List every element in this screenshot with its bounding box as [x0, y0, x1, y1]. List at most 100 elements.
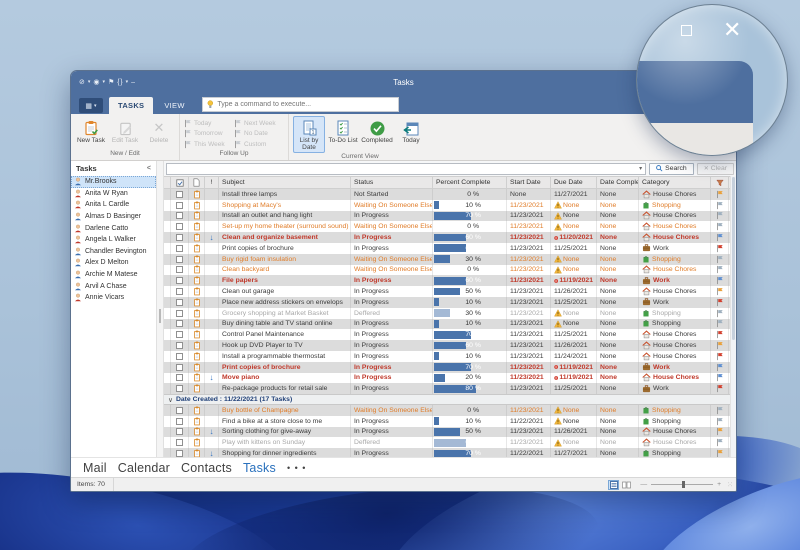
- column-header[interactable]: !: [205, 177, 219, 188]
- sidebar-person-anita-w-ryan[interactable]: Anita W Ryan: [71, 188, 156, 200]
- task-checkbox[interactable]: [176, 191, 183, 198]
- task-flag[interactable]: [711, 373, 729, 384]
- task-row[interactable]: Re-package products for retail saleIn Pr…: [164, 383, 736, 394]
- task-flag[interactable]: [711, 383, 729, 394]
- task-row[interactable]: Shopping at Macy'sWaiting On Someone Els…: [164, 200, 736, 211]
- task-flag[interactable]: [711, 286, 729, 297]
- task-flag[interactable]: [711, 189, 729, 200]
- task-checkbox[interactable]: [176, 407, 183, 414]
- nav-calendar[interactable]: Calendar: [118, 461, 170, 475]
- file-menu-button[interactable]: ▦▾: [79, 98, 103, 113]
- task-row[interactable]: Buy dining table and TV stand onlineIn P…: [164, 319, 736, 330]
- command-box[interactable]: [202, 97, 399, 112]
- task-flag[interactable]: [711, 200, 729, 211]
- task-flag[interactable]: [711, 243, 729, 254]
- task-flag[interactable]: [711, 351, 729, 362]
- sidebar-person-darlene-catto[interactable]: Darlene Catto: [71, 222, 156, 234]
- vertical-scrollbar[interactable]: [730, 176, 736, 457]
- task-row[interactable]: Place new address stickers on envelopsIn…: [164, 297, 736, 308]
- sidebar-person-annie-vicars[interactable]: Annie Vicars: [71, 292, 156, 304]
- search-input[interactable]: [167, 165, 636, 172]
- task-checkbox[interactable]: [176, 428, 183, 435]
- task-checkbox[interactable]: [176, 331, 183, 338]
- task-checkbox[interactable]: [176, 299, 183, 306]
- task-flag[interactable]: [711, 362, 729, 373]
- column-header[interactable]: [164, 177, 171, 188]
- task-row[interactable]: Play with kittens on SundayDeffered60 %1…: [164, 437, 736, 448]
- task-row[interactable]: Clean backyardWaiting On Someone Else0 %…: [164, 265, 736, 276]
- task-flag[interactable]: [711, 416, 729, 427]
- task-row[interactable]: Buy rigid foam insulationWaiting On Some…: [164, 254, 736, 265]
- search-box[interactable]: ▾: [166, 163, 646, 175]
- column-header[interactable]: Date Comple: [597, 177, 639, 188]
- task-checkbox[interactable]: [176, 439, 183, 446]
- column-header[interactable]: Due Date: [551, 177, 597, 188]
- nav-contacts[interactable]: Contacts: [181, 461, 232, 475]
- task-row[interactable]: Grocery shopping at Market BasketDeffere…: [164, 308, 736, 319]
- task-row[interactable]: Print copies of brochureIn Progress60 %1…: [164, 243, 736, 254]
- task-checkbox[interactable]: [176, 364, 183, 371]
- sidebar-person-archie-m-matese[interactable]: Archie M Matese: [71, 269, 156, 281]
- task-row[interactable]: Print copies of brochureIn Progress70 %1…: [164, 362, 736, 373]
- task-row[interactable]: Hook up DVD Player to TVIn Progress60 %1…: [164, 340, 736, 351]
- column-header[interactable]: Category: [639, 177, 711, 188]
- new-task-button[interactable]: New Task: [75, 116, 107, 145]
- task-row[interactable]: ↓Move pianoIn Progress20 %11/23/202111/1…: [164, 373, 736, 384]
- task-checkbox[interactable]: [176, 223, 183, 230]
- sidebar-splitter[interactable]: [157, 161, 164, 457]
- task-flag[interactable]: [711, 437, 729, 448]
- normal-view-button[interactable]: [608, 480, 619, 490]
- task-row[interactable]: ↓Sorting clothing for give-awayIn Progre…: [164, 427, 736, 438]
- task-checkbox[interactable]: [176, 212, 183, 219]
- column-header[interactable]: [711, 177, 729, 188]
- task-flag[interactable]: [711, 297, 729, 308]
- nav-tasks[interactable]: Tasks: [243, 461, 276, 475]
- column-header[interactable]: Percent Complete: [433, 177, 507, 188]
- task-flag[interactable]: [711, 232, 729, 243]
- group-header-row[interactable]: ∨Date Created : 11/22/2021 (17 Tasks): [164, 394, 736, 405]
- resize-grip[interactable]: ⁙: [727, 481, 734, 489]
- tab-view[interactable]: VIEW: [155, 97, 193, 114]
- task-row[interactable]: ↓Clean and organize basementIn Progress6…: [164, 232, 736, 243]
- task-row[interactable]: File papersIn Progress60 %11/23/202111/1…: [164, 275, 736, 286]
- task-flag[interactable]: [711, 340, 729, 351]
- column-header[interactable]: Status: [351, 177, 433, 188]
- task-flag[interactable]: [711, 275, 729, 286]
- sidebar-person-mr-brooks[interactable]: Mr.Brooks: [71, 176, 156, 188]
- view-todo-list-button[interactable]: To-Do List: [327, 116, 359, 145]
- task-checkbox[interactable]: [176, 202, 183, 209]
- sidebar-person-angela-l-walker[interactable]: Angela L Walker: [71, 234, 156, 246]
- task-flag[interactable]: [711, 221, 729, 232]
- task-row[interactable]: Set-up my home theater (surround sound) …: [164, 221, 736, 232]
- task-checkbox[interactable]: [176, 450, 183, 457]
- zoom-track[interactable]: [651, 484, 713, 485]
- view-today-button[interactable]: Today: [395, 116, 427, 145]
- task-flag[interactable]: [711, 405, 729, 416]
- view-list-by-date-button[interactable]: 1 List by Date: [293, 116, 325, 153]
- sidebar-person-anita-l-cardle[interactable]: Anita L Cardle: [71, 199, 156, 211]
- task-checkbox[interactable]: [176, 277, 183, 284]
- task-checkbox[interactable]: [176, 234, 183, 241]
- task-row[interactable]: Install an outlet and hang lightIn Progr…: [164, 211, 736, 222]
- task-checkbox[interactable]: [176, 245, 183, 252]
- task-row[interactable]: Clean out garageIn Progress50 %11/23/202…: [164, 286, 736, 297]
- column-header[interactable]: Subject: [219, 177, 351, 188]
- task-checkbox[interactable]: [176, 310, 183, 317]
- task-flag[interactable]: [711, 308, 729, 319]
- search-button[interactable]: Search: [649, 163, 694, 175]
- task-flag[interactable]: [711, 265, 729, 276]
- task-row[interactable]: Buy bottle of ChampagneWaiting On Someon…: [164, 405, 736, 416]
- task-checkbox[interactable]: [176, 320, 183, 327]
- zoom-knob[interactable]: [682, 481, 685, 488]
- scrollbar-thumb[interactable]: [732, 177, 735, 340]
- tab-tasks[interactable]: TASKS: [109, 97, 153, 114]
- task-row[interactable]: Install a programmable thermostatIn Prog…: [164, 351, 736, 362]
- column-header[interactable]: [171, 177, 189, 188]
- reading-view-button[interactable]: [621, 480, 632, 490]
- chevron-down-icon[interactable]: ▾: [636, 165, 645, 172]
- nav-more-button[interactable]: • • •: [287, 463, 306, 473]
- column-header[interactable]: [189, 177, 205, 188]
- task-checkbox[interactable]: [176, 342, 183, 349]
- zoom-in-button[interactable]: +: [717, 481, 721, 488]
- task-flag[interactable]: [711, 427, 729, 438]
